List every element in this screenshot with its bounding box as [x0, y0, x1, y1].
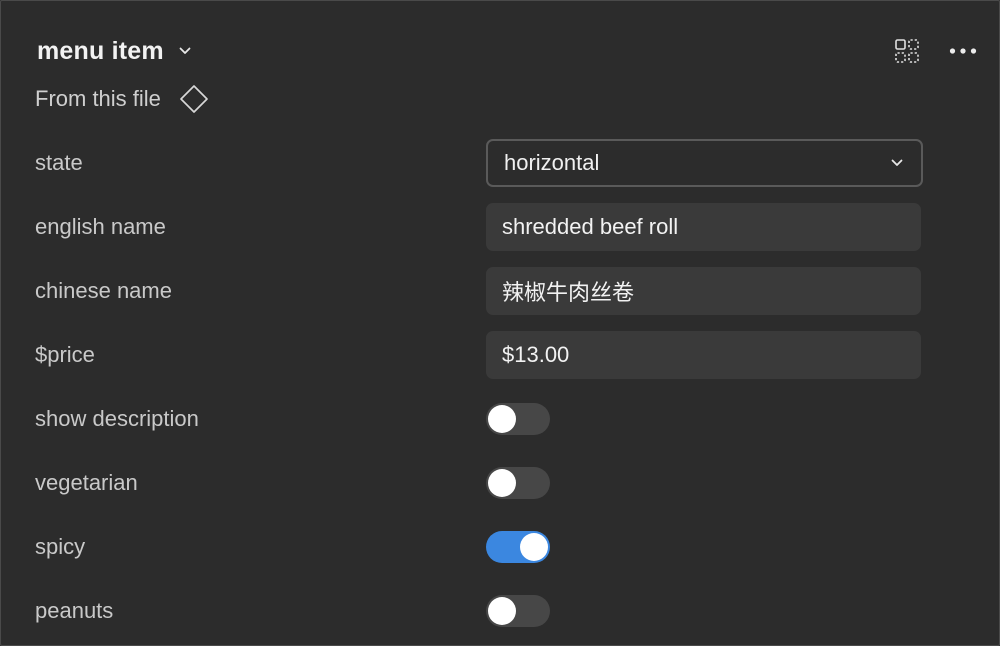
chevron-down-icon	[891, 154, 903, 172]
state-select-value: horizontal	[504, 150, 600, 175]
state-select[interactable]: horizontal	[486, 139, 923, 187]
property-row-state: state horizontal	[1, 139, 1000, 187]
english-name-input[interactable]: shredded beef roll	[486, 203, 921, 251]
property-row-price: $price $13.00	[1, 331, 1000, 379]
property-label: $price	[35, 342, 95, 367]
property-row-chinese-name: chinese name 辣椒牛肉丝卷	[1, 267, 1000, 315]
property-label: peanuts	[35, 598, 114, 623]
show-description-toggle[interactable]	[486, 403, 550, 435]
source-label: From this file	[35, 86, 161, 111]
dashed-grid-icon[interactable]	[893, 37, 921, 65]
property-label: show description	[35, 406, 199, 431]
property-label: chinese name	[35, 278, 172, 303]
more-horizontal-icon[interactable]	[949, 37, 977, 65]
panel-header: menu item	[37, 35, 192, 67]
properties-panel: menu item From this file state horizonta…	[0, 0, 1000, 646]
component-source: From this file	[35, 83, 209, 115]
diamond-icon[interactable]	[179, 84, 209, 114]
chevron-down-icon[interactable]	[178, 44, 192, 58]
component-title: menu item	[37, 36, 164, 65]
property-label: spicy	[35, 534, 86, 559]
property-row-spicy: spicy	[1, 523, 1000, 571]
property-row-show-description: show description	[1, 395, 1000, 443]
price-input[interactable]: $13.00	[486, 331, 921, 379]
toggle-knob	[488, 597, 516, 625]
chinese-name-input[interactable]: 辣椒牛肉丝卷	[486, 267, 921, 315]
vegetarian-toggle[interactable]	[486, 467, 550, 499]
property-label: english name	[35, 214, 166, 239]
property-label: state	[35, 150, 83, 175]
toggle-knob	[488, 405, 516, 433]
peanuts-toggle[interactable]	[486, 595, 550, 627]
spicy-toggle[interactable]	[486, 531, 550, 563]
property-row-vegetarian: vegetarian	[1, 459, 1000, 507]
header-actions	[893, 37, 977, 65]
toggle-knob	[520, 533, 548, 561]
property-row-peanuts: peanuts	[1, 587, 1000, 635]
property-label: vegetarian	[35, 470, 138, 495]
property-row-english-name: english name shredded beef roll	[1, 203, 1000, 251]
toggle-knob	[488, 469, 516, 497]
